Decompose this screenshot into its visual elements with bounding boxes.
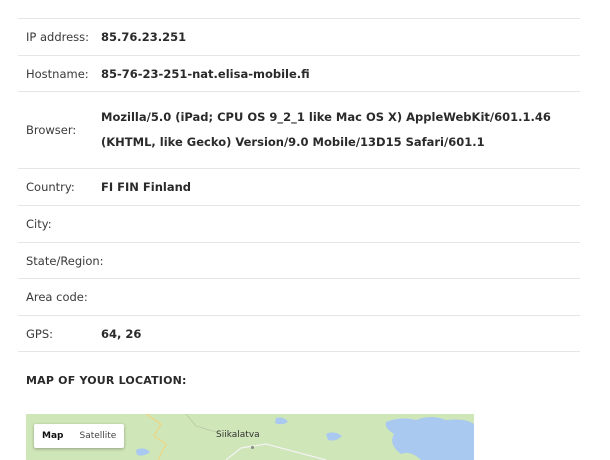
location-map[interactable]: Map Satellite Siikalatva [26,414,474,460]
city-row: City: [18,206,580,243]
map-place-label: Siikalatva [216,430,260,440]
ip-address-row: IP address: 85.76.23.251 [18,19,580,56]
country-value: FI FIN Finland [101,180,192,194]
map-type-satellite-button[interactable]: Satellite [71,424,124,448]
hostname-row: Hostname: 85-76-23-251-nat.elisa-mobile.… [18,56,580,92]
country-row: Country: FI FIN Finland [18,169,580,206]
gps-label: GPS: [26,326,54,341]
visitor-info-table: IP address: 85.76.23.251 Hostname: 85-76… [18,18,580,352]
ip-address-value: 85.76.23.251 [101,30,187,44]
gps-row: GPS: 64, 26 [18,316,580,352]
browser-row: Browser: Mozilla/5.0 (iPad; CPU OS 9_2_1… [18,92,580,169]
map-type-control: Map Satellite [34,424,125,448]
ip-address-label: IP address: [26,30,90,44]
gps-value: 64, 26 [101,326,142,341]
browser-value: Mozilla/5.0 (iPad; CPU OS 9_2_1 like Mac… [101,110,551,149]
map-heading: MAP OF YOUR LOCATION: [26,374,187,387]
hostname-value: 85-76-23-251-nat.elisa-mobile.fi [101,66,310,81]
map-type-map-button[interactable]: Map [34,424,71,448]
state-region-label: State/Region: [26,253,104,268]
state-region-row: State/Region: [18,243,580,279]
city-label: City: [26,217,52,231]
browser-label: Browser: [26,123,77,137]
area-code-label: Area code: [26,290,88,304]
area-code-row: Area code: [18,279,580,316]
hostname-label: Hostname: [26,66,89,81]
map-place-dot [251,446,254,449]
country-label: Country: [26,180,75,194]
